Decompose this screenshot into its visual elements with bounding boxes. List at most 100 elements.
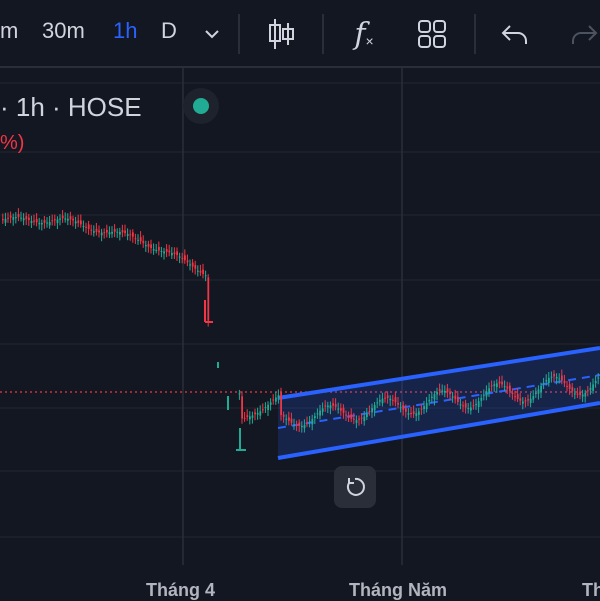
layout-grid-icon[interactable] (412, 14, 452, 54)
candle-body (38, 222, 41, 225)
candle-body (376, 402, 379, 404)
candle-body (407, 413, 410, 415)
candle-body (251, 415, 254, 418)
candle-body (498, 381, 501, 384)
candle-body (150, 244, 152, 249)
candle-body (493, 384, 496, 386)
candle-body (415, 413, 418, 416)
price-chart[interactable] (0, 68, 600, 600)
candle-body (93, 231, 95, 233)
candle-body (597, 377, 600, 379)
candle-body (199, 270, 202, 273)
candle-body (61, 215, 64, 219)
candle-body (529, 398, 532, 403)
candle-body (197, 270, 199, 272)
candle-body (316, 413, 319, 415)
candle-body (587, 390, 589, 392)
redo-icon[interactable] (564, 14, 600, 54)
interval-1h[interactable]: 1h (113, 18, 137, 44)
candle-body (571, 387, 574, 392)
market-status-indicator[interactable] (183, 88, 219, 124)
candle-body (137, 239, 139, 241)
candle-body (433, 394, 436, 400)
candle-body (584, 393, 587, 397)
candle-body (285, 418, 288, 420)
candle-body (87, 224, 90, 229)
candle-body (168, 250, 171, 253)
candle-body (389, 398, 392, 401)
candle-body (51, 220, 54, 222)
candle-body (353, 418, 355, 420)
candle-body (594, 380, 597, 384)
candle-body (165, 249, 168, 252)
candle-body (548, 377, 550, 384)
candle-body (90, 229, 93, 231)
candle-body (178, 256, 181, 258)
symbol-legend[interactable]: · 1h · HOSE (0, 92, 142, 123)
candle-body (25, 216, 28, 220)
toolbar-separator (238, 14, 240, 54)
candles-icon[interactable] (261, 14, 301, 54)
candle-body (340, 408, 342, 411)
candle-body (568, 384, 571, 389)
candle-body (152, 249, 155, 251)
chevron-down-icon[interactable] (192, 14, 232, 54)
candle-body (277, 395, 280, 400)
undo-icon[interactable] (495, 14, 535, 54)
candle-body (428, 399, 431, 402)
candle-body (204, 275, 207, 277)
candle-body (425, 403, 428, 410)
candle-body (397, 402, 399, 405)
candle-body (113, 229, 116, 232)
candle-body (412, 411, 415, 415)
candle-body (69, 216, 72, 220)
candle-body (537, 389, 540, 394)
candle-body (467, 407, 470, 409)
candle-body (321, 408, 324, 412)
candle-body (454, 395, 457, 400)
market-open-dot (193, 98, 209, 114)
candle-body (475, 403, 477, 405)
candle-body (405, 408, 407, 412)
reset-chart-button[interactable] (334, 466, 376, 508)
indicators-icon[interactable]: f × (344, 14, 384, 54)
candle-body (540, 386, 542, 393)
candle-body (449, 391, 451, 395)
candle-body (67, 218, 69, 221)
candle-body (358, 418, 360, 420)
candle-body (267, 404, 269, 411)
interval-m[interactable]: m (0, 18, 18, 44)
candle-body (418, 411, 420, 415)
candle-body (327, 405, 329, 408)
candle-body (311, 418, 314, 425)
candle-body (446, 388, 449, 393)
candle-body (592, 384, 594, 391)
candle-body (360, 417, 363, 419)
candle-body (337, 408, 340, 410)
candle-body (269, 402, 272, 405)
candle-body (298, 422, 301, 427)
candle-body (451, 396, 454, 398)
candle-body (550, 376, 553, 378)
candle-body (280, 392, 282, 416)
candle-body (574, 393, 576, 395)
candle-body (163, 251, 165, 254)
candle-body (4, 218, 7, 223)
candle-body (420, 408, 423, 410)
candle-body (332, 403, 334, 406)
interval-d[interactable]: D (161, 18, 177, 44)
candle-body (256, 412, 259, 415)
candle-body (74, 221, 77, 224)
candle-body (386, 395, 389, 398)
candle-body (160, 251, 163, 253)
candle-body (126, 234, 129, 236)
candle-body (82, 225, 85, 227)
candle-body (379, 400, 381, 402)
candle-body (464, 403, 467, 408)
candle-body (535, 392, 537, 394)
candle-body (431, 396, 433, 398)
candle-body (139, 237, 142, 242)
candle-body (410, 412, 412, 415)
interval-30m[interactable]: 30m (42, 18, 85, 44)
candle-body (158, 246, 160, 251)
